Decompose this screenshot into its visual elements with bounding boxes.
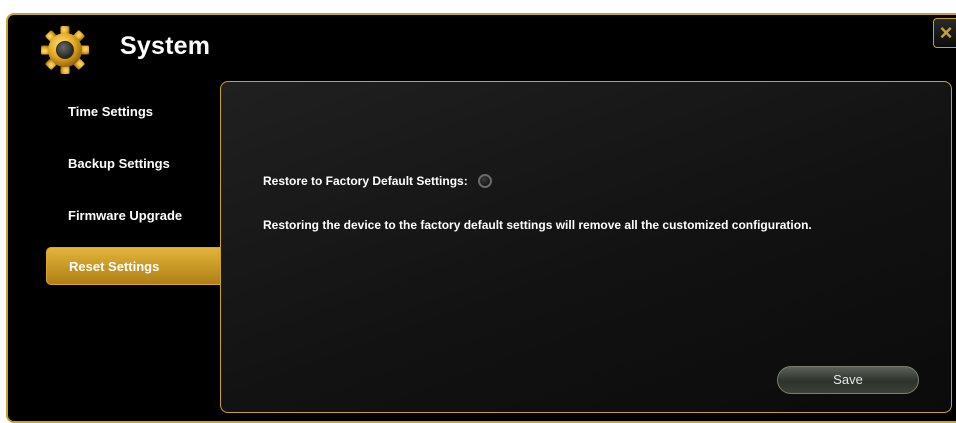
restore-description: Restoring the device to the factory defa… bbox=[263, 218, 812, 232]
sidebar-item-time-settings[interactable]: Time Settings bbox=[46, 93, 226, 131]
sidebar-item-backup-settings[interactable]: Backup Settings bbox=[46, 145, 226, 183]
system-window: System × Time Settings Backup Settings F… bbox=[6, 13, 956, 423]
restore-label: Restore to Factory Default Settings: bbox=[263, 174, 468, 188]
restore-radio[interactable] bbox=[477, 174, 492, 188]
sidebar-item-firmware-upgrade[interactable]: Firmware Upgrade bbox=[46, 197, 226, 235]
restore-row: Restore to Factory Default Settings: bbox=[263, 174, 492, 188]
save-button[interactable]: Save bbox=[777, 366, 919, 394]
close-button[interactable]: × bbox=[933, 18, 956, 48]
sidebar-item-reset-settings[interactable]: Reset Settings bbox=[46, 247, 226, 285]
content-panel: Restore to Factory Default Settings: Res… bbox=[220, 81, 952, 413]
page-title: System bbox=[120, 32, 211, 60]
gear-icon bbox=[40, 25, 90, 75]
close-icon: × bbox=[939, 20, 953, 45]
